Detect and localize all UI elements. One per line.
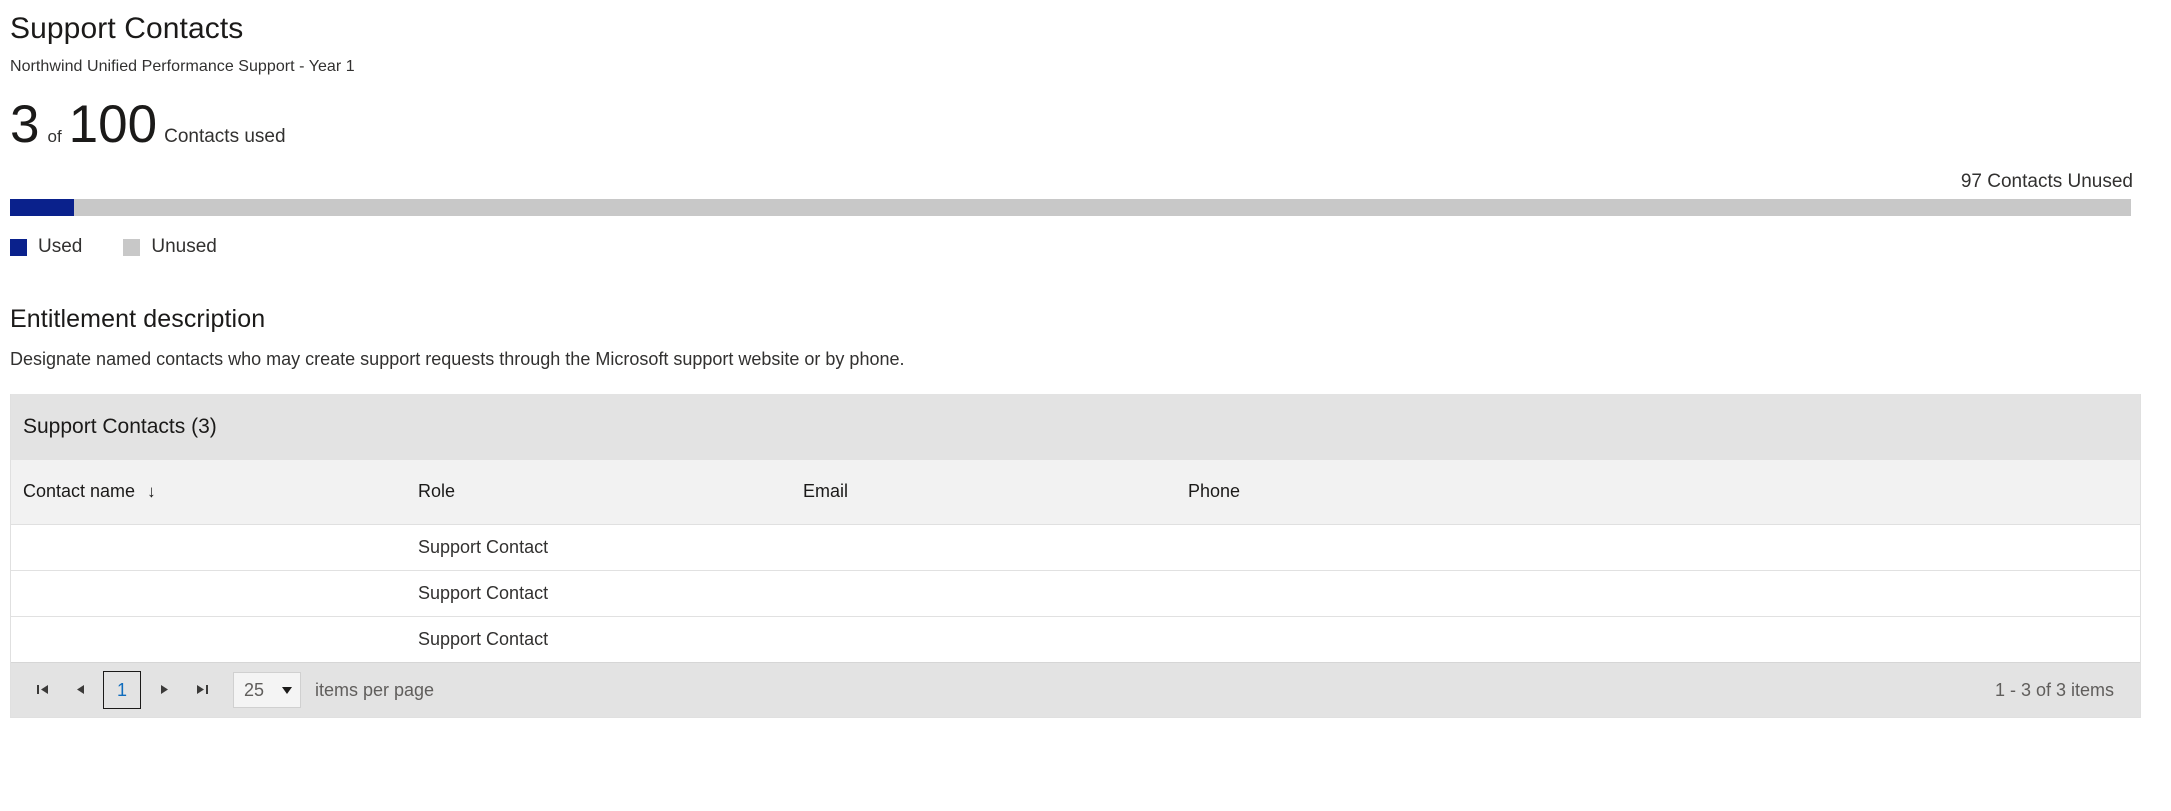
cell-email: [791, 570, 1176, 617]
entitlement-description-heading: Entitlement description: [10, 305, 266, 333]
sort-ascending-icon: ↓: [147, 482, 156, 502]
cell-contact-name: [11, 616, 406, 662]
cell-contact-name: [11, 524, 406, 571]
pager-previous-page-button[interactable]: [61, 671, 99, 709]
table-row[interactable]: Support Contact: [11, 616, 2140, 662]
column-header-email-label: Email: [803, 481, 849, 502]
pager-first-page-button[interactable]: [23, 671, 61, 709]
page-subtitle: Northwind Unified Performance Support - …: [10, 58, 355, 75]
next-page-icon: [158, 683, 171, 698]
column-header-contact-name[interactable]: Contact name ↓: [11, 460, 406, 525]
usage-of-label: of: [47, 127, 62, 146]
contacts-used-count: 3: [10, 95, 40, 154]
grid-titlebar: Support Contacts (3): [11, 394, 2140, 460]
last-page-icon: [196, 683, 209, 698]
table-row[interactable]: Support Contact: [11, 570, 2140, 617]
legend-item-used: Used: [10, 236, 82, 258]
usage-caption: Contacts used: [164, 126, 286, 147]
usage-legend: Used Unused: [10, 216, 2159, 258]
previous-page-icon: [74, 683, 87, 698]
column-header-role[interactable]: Role: [406, 460, 791, 525]
cell-phone: [1176, 570, 2140, 617]
table-header: Contact name ↓ Role Email Phone: [11, 460, 2140, 525]
column-header-email[interactable]: Email: [791, 460, 1176, 525]
cell-phone: [1176, 616, 2140, 662]
support-contacts-grid: Support Contacts (3) Contact name ↓ Role …: [10, 394, 2141, 718]
legend-label-used: Used: [38, 236, 83, 257]
legend-item-unused: Unused: [123, 236, 217, 258]
page-title: Support Contacts: [10, 12, 244, 45]
column-header-phone-label: Phone: [1188, 481, 1241, 502]
contacts-unused-label: 97 Contacts Unused: [1960, 171, 2133, 192]
pager-last-page-button[interactable]: [183, 671, 221, 709]
legend-label-unused: Unused: [151, 236, 217, 257]
cell-email: [791, 524, 1176, 571]
grid-pager: 1 25 items per page 1 - 3 of 3 items: [11, 662, 2140, 717]
column-header-role-label: Role: [418, 481, 456, 502]
first-page-icon: [36, 683, 49, 698]
pager-next-page-button[interactable]: [145, 671, 183, 709]
cell-role: Support Contact: [406, 570, 791, 617]
contacts-usage-bar-used-segment: [10, 199, 74, 216]
pager-page-1-label: 1: [116, 679, 127, 700]
entitlement-description-body: Designate named contacts who may create …: [10, 349, 905, 369]
legend-swatch-used-icon: [10, 238, 27, 256]
contacts-unused-row: 97 Contacts Unused: [10, 151, 2159, 193]
usage-summary: 3 of 100 Contacts used: [10, 76, 2159, 151]
table-header-row: Contact name ↓ Role Email Phone: [11, 460, 2140, 525]
cell-phone: [1176, 524, 2140, 571]
contacts-usage-bar: [10, 199, 2131, 216]
table-row[interactable]: Support Contact: [11, 524, 2140, 571]
chevron-down-icon: [282, 686, 292, 694]
cell-role: Support Contact: [406, 524, 791, 571]
support-contacts-table: Contact name ↓ Role Email Phone Support …: [11, 460, 2140, 662]
cell-email: [791, 616, 1176, 662]
support-contacts-page: Support Contacts Northwind Unified Perfo…: [0, 0, 2171, 718]
cell-contact-name: [11, 570, 406, 617]
items-per-page-value: 25: [244, 679, 265, 700]
table-body: Support Contact Support Contact Support …: [11, 524, 2140, 662]
column-header-phone[interactable]: Phone: [1176, 460, 2140, 525]
contacts-total-count: 100: [68, 95, 158, 154]
pager-page-1-button[interactable]: 1: [103, 671, 141, 709]
items-per-page-label: items per page: [315, 679, 435, 700]
legend-swatch-unused-icon: [123, 238, 141, 256]
cell-role: Support Contact: [406, 616, 791, 662]
column-header-contact-name-label: Contact name: [23, 481, 136, 502]
pager-range-text: 1 - 3 of 3 items: [1994, 679, 2114, 700]
grid-title: Support Contacts (3): [23, 415, 217, 438]
items-per-page-select[interactable]: 25: [233, 672, 301, 708]
